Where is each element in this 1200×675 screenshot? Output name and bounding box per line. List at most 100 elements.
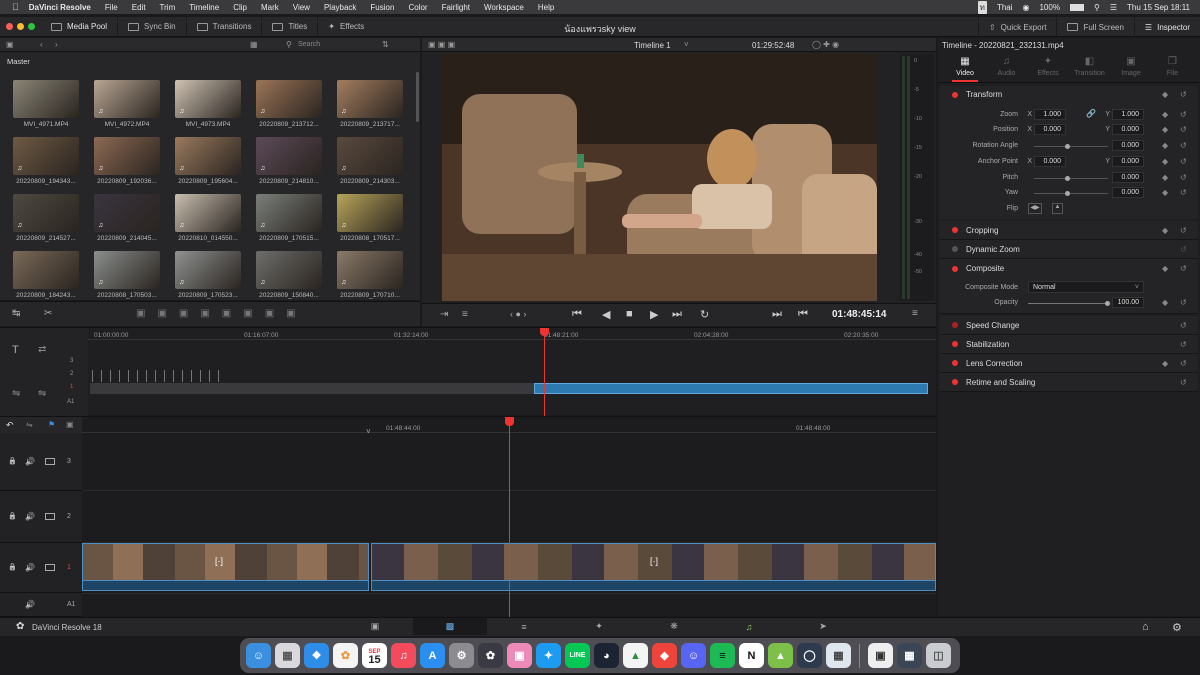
opacity-field[interactable]: 100.00	[1112, 297, 1144, 308]
flip-horizontal-button[interactable]: ◀▶	[1028, 203, 1042, 214]
dynamic-zoom-header[interactable]: Dynamic Zoom ↺	[940, 240, 1198, 259]
composite-enable-toggle[interactable]	[952, 265, 958, 272]
speed-change-reset-icon[interactable]: ↺	[1180, 321, 1187, 330]
lens-correction-header[interactable]: Lens Correction ◆ ↺	[940, 354, 1198, 373]
anydesk-icon[interactable]: ◆	[652, 643, 677, 668]
spotify-icon[interactable]: ≡	[710, 643, 735, 668]
keyframe-icon[interactable]: ◆	[1162, 90, 1168, 99]
menu-playback[interactable]: Playback	[324, 3, 356, 12]
tab-file[interactable]: ❐ File	[1152, 56, 1194, 77]
position-y-field[interactable]: 0.000	[1112, 124, 1144, 135]
full-screen-button[interactable]: Full Screen	[1057, 17, 1135, 37]
vpn-icon[interactable]: ◯	[797, 643, 822, 668]
menu-view[interactable]: View	[293, 3, 310, 12]
lens-correction-keyframe-icon[interactable]: ◆	[1162, 359, 1168, 368]
clip-thumbnail[interactable]: ♫	[256, 194, 322, 232]
menu-help[interactable]: Help	[538, 3, 554, 12]
anchor-y-field[interactable]: 0.000	[1112, 156, 1144, 167]
lens-correction-enable-toggle[interactable]	[952, 360, 958, 366]
twitter-icon[interactable]: ✦	[536, 643, 561, 668]
monitor-icon[interactable]	[45, 458, 55, 465]
jog-control[interactable]: ‹ ● ›	[510, 309, 526, 319]
menu-trim[interactable]: Trim	[160, 3, 176, 12]
lower-playhead-head[interactable]	[505, 417, 514, 426]
rotation-field[interactable]: 0.000	[1112, 140, 1144, 151]
composite-reset-icon[interactable]: ↺	[1180, 264, 1187, 273]
pitch-field[interactable]: 0.000	[1112, 172, 1144, 183]
clip-thumbnail[interactable]: ♫	[337, 137, 403, 175]
opacity-slider-knob[interactable]	[1105, 301, 1110, 306]
color-page-tab[interactable]: ❋	[637, 618, 711, 635]
retime-scaling-enable-toggle[interactable]	[952, 379, 958, 385]
bin-name[interactable]: Master	[7, 57, 30, 66]
monitor-icon[interactable]	[45, 513, 55, 520]
app-menu[interactable]: DaVinci Resolve	[29, 3, 91, 12]
clip-thumbnail[interactable]: ♫	[13, 194, 79, 232]
edit-page-tab[interactable]: ≡	[487, 618, 561, 635]
speed-change-enable-toggle[interactable]	[952, 322, 958, 328]
search-input[interactable]: Search	[298, 41, 320, 48]
android-icon[interactable]: ▲	[768, 643, 793, 668]
upper-playhead-head[interactable]	[540, 328, 549, 336]
stabilization-enable-toggle[interactable]	[952, 341, 958, 347]
transitions-button[interactable]: Transitions	[187, 16, 263, 37]
clip-thumbnail[interactable]	[13, 251, 79, 289]
search-icon[interactable]: ⚲	[1094, 3, 1100, 12]
screenshot-icon[interactable]: ▣	[868, 643, 893, 668]
cropping-enable-toggle[interactable]	[952, 227, 958, 233]
clip-thumbnail[interactable]: ♫	[337, 194, 403, 232]
search-icon[interactable]: ⚲	[286, 40, 292, 49]
back-icon[interactable]: ‹	[40, 40, 43, 49]
forward-icon[interactable]: ›	[55, 40, 58, 49]
rotation-reset-icon[interactable]: ↺	[1180, 141, 1187, 150]
media-pool-scrollbar[interactable]	[416, 72, 419, 122]
control-center-icon[interactable]: ☰	[1110, 3, 1117, 12]
trim-icon[interactable]: ⇥	[440, 309, 448, 320]
track-header[interactable]: 🔒 🔊 3	[0, 433, 82, 491]
clip-thumbnail[interactable]: ♫	[256, 80, 322, 118]
selection-tool-icon[interactable]: ↹	[12, 308, 20, 319]
clip-thumbnail[interactable]: ♫	[175, 251, 241, 289]
folder-icon[interactable]: ▦	[897, 643, 922, 668]
anchor-x-field[interactable]: 0.000	[1034, 156, 1066, 167]
battery-icon[interactable]	[1069, 3, 1084, 11]
trash-icon[interactable]: ◫	[926, 643, 951, 668]
track-link-icon[interactable]: ⇋	[12, 388, 20, 399]
cropping-keyframe-icon[interactable]: ◆	[1162, 226, 1168, 235]
lock-icon[interactable]: 🔒	[8, 512, 17, 520]
fusion-page-tab[interactable]: ✦	[562, 618, 636, 635]
app-store-icon[interactable]: A	[420, 643, 445, 668]
zoom-reset-icon[interactable]: ↺	[1180, 110, 1187, 119]
clip-thumbnail[interactable]: ♫	[94, 251, 160, 289]
timeline-selector[interactable]: Timeline 1	[634, 41, 671, 50]
play-reverse-icon[interactable]: ◀	[602, 308, 610, 321]
menu-clip[interactable]: Clip	[233, 3, 247, 12]
flip-vertical-button[interactable]: ▲	[1052, 203, 1063, 214]
anchor-reset-icon[interactable]: ↺	[1180, 157, 1187, 166]
transform-header[interactable]: Transform ◆ ↺	[940, 86, 1198, 103]
lock-icon[interactable]: 🔒	[8, 457, 17, 465]
text-tool-icon[interactable]: T	[12, 344, 19, 356]
menu-fairlight[interactable]: Fairlight	[442, 3, 470, 12]
menu-color[interactable]: Color	[408, 3, 427, 12]
photos-icon[interactable]: ✿	[333, 643, 358, 668]
marker-icon[interactable]: ▣	[66, 420, 74, 429]
speed-test-icon[interactable]: ◕	[594, 643, 619, 668]
menu-workspace[interactable]: Workspace	[484, 3, 524, 12]
upper-clip-main[interactable]	[534, 383, 928, 394]
lens-correction-reset-icon[interactable]: ↺	[1180, 359, 1187, 368]
lock-icon[interactable]: 🔒	[8, 563, 17, 571]
fairlight-page-tab[interactable]: ♫	[712, 618, 786, 635]
track-header[interactable]: 🔊 A1	[0, 593, 82, 617]
speed-change-header[interactable]: Speed Change ↺	[940, 316, 1198, 335]
launchpad-icon[interactable]: ▦	[275, 643, 300, 668]
cropping-reset-icon[interactable]: ↺	[1180, 226, 1187, 235]
cropping-header[interactable]: Cropping ◆ ↺	[940, 221, 1198, 240]
preview-icon[interactable]: ▦	[826, 643, 851, 668]
zoom-y-field[interactable]: 1.000	[1112, 109, 1144, 120]
clip-thumbnail[interactable]: ♫	[175, 194, 241, 232]
clip-right[interactable]: [·]	[371, 543, 936, 591]
google-drive-icon[interactable]: ▲	[623, 643, 648, 668]
next-edit-icon[interactable]: ⏮	[798, 308, 808, 321]
sync-bin-button[interactable]: Sync Bin	[118, 16, 187, 37]
